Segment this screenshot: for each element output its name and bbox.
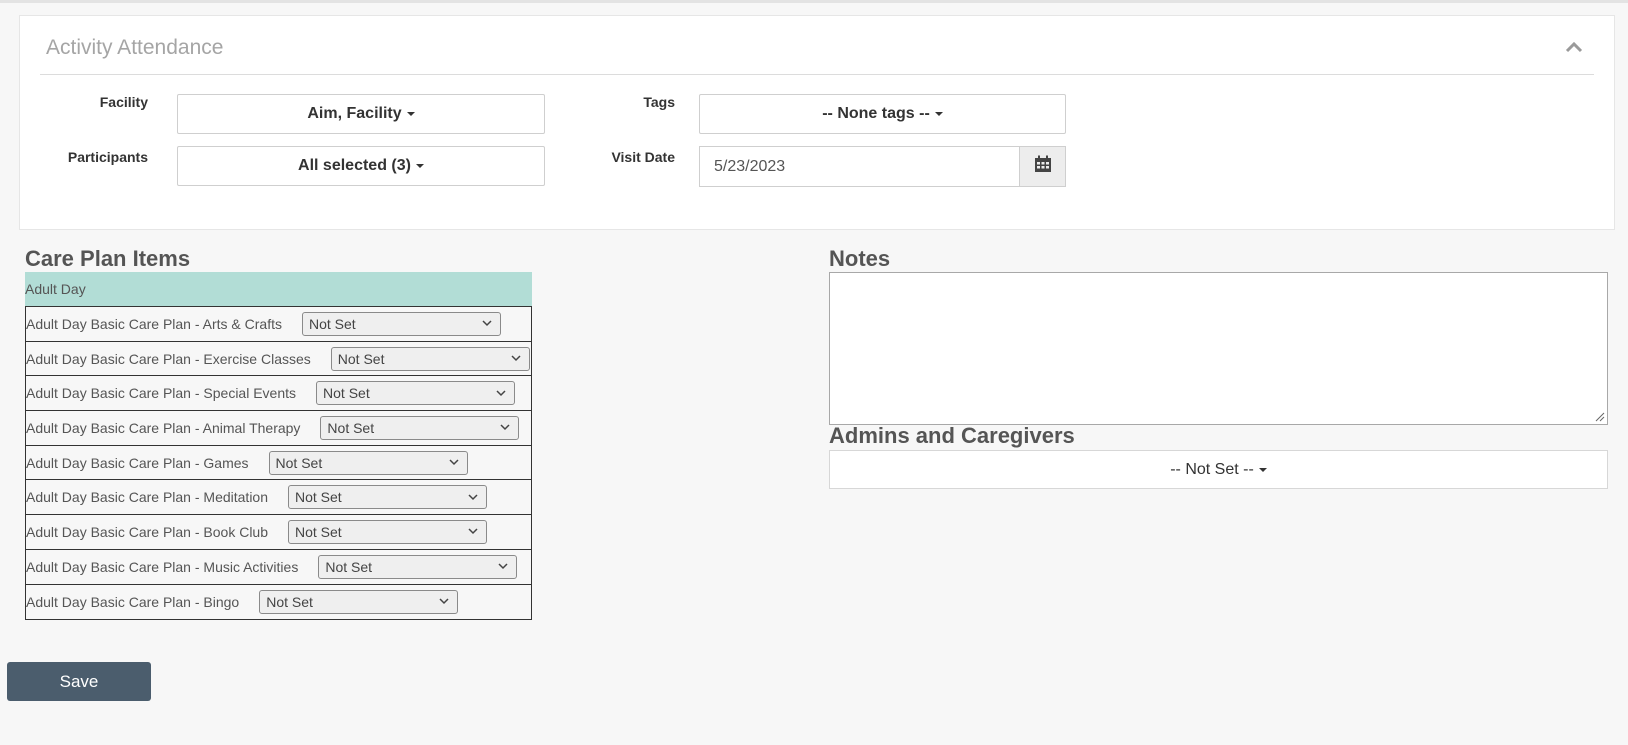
visit-date-label: Visit Date [611, 149, 675, 165]
save-button[interactable]: Save [7, 662, 151, 701]
participants-value: All selected (3) [298, 157, 411, 174]
care-plan-item-select[interactable]: Not Set [288, 485, 487, 510]
chevron-down-icon [496, 390, 506, 396]
caret-down-icon [1258, 467, 1267, 472]
chevron-down-icon [482, 320, 492, 327]
care-plan-rows: Adult Day Basic Care Plan - Arts & Craft… [25, 306, 532, 621]
chevron-down-icon [468, 528, 478, 535]
table-row: Adult Day Basic Care Plan - Special Even… [26, 376, 531, 412]
select-value: Not Set [275, 454, 323, 471]
select-value: Not Set [327, 419, 375, 436]
calendar-icon [1034, 155, 1052, 178]
care-plan-item-label: Adult Day Basic Care Plan - Animal Thera… [26, 419, 301, 436]
tags-value: -- None tags -- [822, 105, 930, 122]
table-row: Adult Day Basic Care Plan - Arts & Craft… [26, 307, 531, 342]
calendar-button[interactable] [1019, 146, 1066, 187]
table-row: Adult Day Basic Care Plan - Exercise Cla… [26, 342, 531, 377]
select-value: Not Set [325, 558, 373, 575]
notes-heading: Notes [829, 246, 891, 271]
resize-grip-icon[interactable] [1593, 410, 1605, 422]
tags-label: Tags [643, 94, 675, 110]
caret-down-icon [415, 164, 424, 168]
chevron-down-icon [439, 598, 449, 605]
care-plan-item-select[interactable]: Not Set [330, 346, 530, 371]
care-plan-table: Adult Day Adult Day Basic Care Plan - Ar… [25, 272, 532, 621]
care-plan-item-select[interactable]: Not Set [268, 450, 468, 475]
facility-label: Facility [99, 94, 148, 110]
care-plan-heading: Care Plan Items [25, 246, 191, 271]
care-plan-item-label: Adult Day Basic Care Plan - Meditation [26, 489, 268, 506]
select-value: Not Set [295, 523, 342, 540]
select-value: Not Set [337, 350, 385, 367]
select-value: Not Set [323, 385, 370, 402]
care-plan-item-select[interactable]: Not Set [318, 554, 518, 579]
care-plan-item-label: Adult Day Basic Care Plan - Special Even… [26, 385, 297, 402]
facility-value: Aim, Facility [307, 105, 402, 122]
chevron-down-icon [500, 424, 510, 431]
table-row: Adult Day Basic Care Plan - Meditation N… [26, 480, 531, 516]
select-value: Not Set [295, 489, 342, 506]
caret-down-icon [406, 112, 415, 116]
care-plan-item-select[interactable]: Not Set [259, 589, 459, 614]
chevron-down-icon [449, 459, 459, 466]
panel-title: Activity Attendance [46, 36, 224, 59]
top-border [0, 0, 1628, 3]
visit-date-input[interactable]: 5/23/2023 [699, 146, 1019, 187]
care-plan-item-select[interactable]: Not Set [320, 415, 520, 440]
select-value: Not Set [308, 315, 356, 332]
care-plan-item-select[interactable]: Not Set [288, 519, 487, 544]
facility-dropdown[interactable]: Aim, Facility [177, 94, 545, 134]
table-row: Adult Day Basic Care Plan - Animal Thera… [26, 411, 531, 446]
care-plan-item-label: Adult Day Basic Care Plan - Book Club [26, 523, 268, 540]
care-plan-item-select[interactable]: Not Set [316, 381, 516, 406]
participants-dropdown[interactable]: All selected (3) [177, 146, 545, 186]
care-plan-item-label: Adult Day Basic Care Plan - Music Activi… [26, 558, 299, 575]
care-plan-item-select[interactable]: Not Set [301, 311, 501, 336]
care-plan-group-header: Adult Day [25, 272, 532, 306]
notes-textarea[interactable] [829, 272, 1608, 425]
chevron-down-icon [468, 494, 478, 500]
admins-heading: Admins and Caregivers [829, 423, 1075, 448]
table-row: Adult Day Basic Care Plan - Bingo Not Se… [26, 585, 531, 620]
select-value: Not Set [266, 593, 313, 610]
activity-attendance-panel: Activity Attendance Facility Aim, Facili… [19, 15, 1615, 230]
admins-value: -- Not Set -- [1170, 460, 1254, 478]
care-plan-item-label: Adult Day Basic Care Plan - Arts & Craft… [26, 315, 282, 332]
chevron-down-icon [511, 355, 521, 362]
tags-dropdown[interactable]: -- None tags -- [699, 94, 1066, 134]
chevron-down-icon [498, 563, 508, 570]
admins-caregivers-dropdown[interactable]: -- Not Set -- [829, 450, 1608, 489]
care-plan-item-label: Adult Day Basic Care Plan - Games [26, 454, 249, 471]
table-row: Adult Day Basic Care Plan - Book Club No… [26, 515, 531, 550]
panel-divider [40, 74, 1594, 75]
care-plan-item-label: Adult Day Basic Care Plan - Exercise Cla… [26, 350, 311, 367]
chevron-up-icon[interactable] [1564, 40, 1584, 54]
participants-label: Participants [67, 149, 148, 165]
caret-down-icon [934, 112, 943, 116]
table-row: Adult Day Basic Care Plan - Games Not Se… [26, 446, 531, 481]
care-plan-item-label: Adult Day Basic Care Plan - Bingo [26, 593, 240, 610]
table-row: Adult Day Basic Care Plan - Music Activi… [26, 550, 531, 585]
